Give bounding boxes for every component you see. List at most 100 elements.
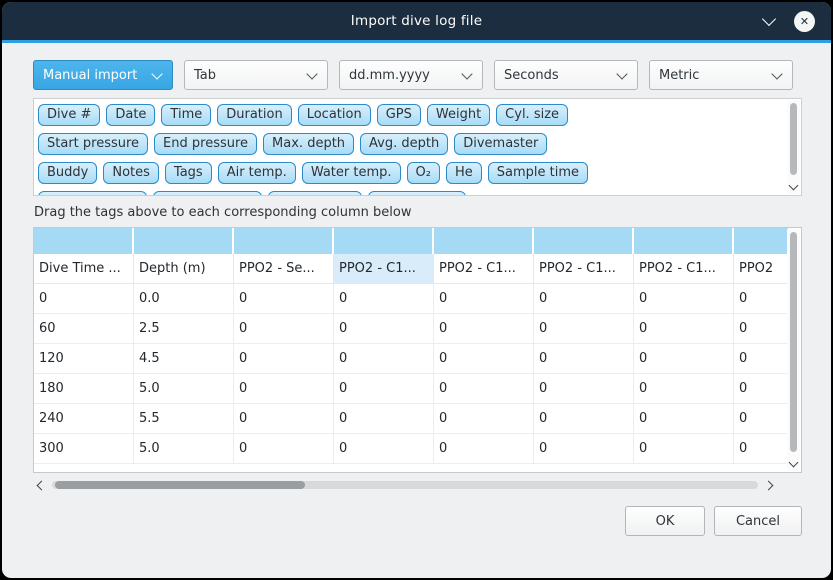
table-cell: 0 (234, 284, 334, 314)
tag-dive[interactable]: Dive # (38, 104, 100, 126)
table-cell: 0 (734, 374, 788, 404)
table-cell: 0 (334, 284, 434, 314)
horizontal-scrollbar-handle[interactable] (55, 481, 305, 489)
column-drop-zone[interactable] (234, 228, 334, 254)
column-drop-zone[interactable] (534, 228, 634, 254)
tags-scrollbar[interactable] (787, 100, 800, 194)
scroll-right-icon[interactable] (764, 480, 774, 490)
field-separator-select[interactable]: Tab (184, 60, 328, 90)
table-cell: 0 (334, 434, 434, 464)
combo-value: Manual import (43, 68, 147, 83)
table-cell: 2.5 (134, 314, 234, 344)
tag-tags[interactable]: Tags (165, 162, 212, 184)
table-cell: 0 (734, 314, 788, 344)
tag-end-pressure[interactable]: End pressure (154, 133, 257, 155)
table-cell: 0 (334, 344, 434, 374)
tag-location[interactable]: Location (298, 104, 371, 126)
column-header[interactable]: PPO2 - C1... (534, 254, 634, 284)
table-cell: 0 (634, 314, 734, 344)
tag-weight[interactable]: Weight (427, 104, 490, 126)
dialog-content: Manual importTabdd.mm.yyyySecondsMetric … (2, 43, 831, 536)
import-preview-table: Dive Time ...Depth (m)PPO2 - Se...PPO2 -… (33, 227, 802, 473)
tag-avg-depth[interactable]: Avg. depth (360, 133, 448, 155)
table-cell: 0.0 (134, 284, 234, 314)
table-cell: 0 (434, 284, 534, 314)
column-drop-zone[interactable] (34, 228, 134, 254)
table-row: 00.0000000 (34, 284, 788, 314)
import-dialog-window: Import dive log file ✕ Manual import Tabd… (2, 2, 831, 578)
table-area: Dive Time ...Depth (m)PPO2 - Se...PPO2 -… (34, 228, 788, 472)
tag-air-temp[interactable]: Air temp. (218, 162, 296, 184)
table-cell: 0 (34, 284, 134, 314)
table-cell: 0 (634, 374, 734, 404)
table-row: 3005.0000000 (34, 434, 788, 464)
ok-button[interactable]: OK (625, 506, 705, 536)
tag-sample-depth[interactable]: Sample depth (38, 191, 147, 196)
tag-he[interactable]: He (446, 162, 482, 184)
tag-cyl-size[interactable]: Cyl. size (496, 104, 568, 126)
table-cell: 0 (234, 344, 334, 374)
tag-water-temp[interactable]: Water temp. (302, 162, 401, 184)
tag-buddy[interactable]: Buddy (38, 162, 97, 184)
tag-time[interactable]: Time (161, 104, 211, 126)
table-header-row: Dive Time ...Depth (m)PPO2 - Se...PPO2 -… (34, 254, 788, 284)
table-cell: 0 (534, 374, 634, 404)
tag-duration[interactable]: Duration (217, 104, 291, 126)
table-scrollbar[interactable] (787, 229, 800, 471)
column-header[interactable]: Dive Time ... (34, 254, 134, 284)
tag-sample-cns[interactable]: Sample CNS (368, 191, 466, 196)
table-cell: 0 (534, 314, 634, 344)
table-cell: 0 (634, 434, 734, 464)
column-header[interactable]: PPO2 - C1... (634, 254, 734, 284)
table-cell: 0 (234, 314, 334, 344)
table-cell: 0 (734, 344, 788, 374)
table-cell: 0 (734, 434, 788, 464)
titlebar-buttons: ✕ (764, 2, 815, 40)
tag-start-pressure[interactable]: Start pressure (38, 133, 148, 155)
tag-sample-time[interactable]: Sample time (488, 162, 588, 184)
tag-row: Buddy Notes Tags Air temp. Water temp. O₂ He Sa… (38, 162, 781, 184)
date-format-select[interactable]: dd.mm.yyyy (339, 60, 483, 90)
table-scroll-down-icon[interactable] (789, 458, 799, 468)
table-row: 1204.5000000 (34, 344, 788, 374)
table-cell: 0 (534, 344, 634, 374)
horizontal-scrollbar[interactable] (33, 477, 774, 493)
tag-date[interactable]: Date (106, 104, 155, 126)
units-select[interactable]: Metric (649, 60, 793, 90)
tags-scroll-down-icon[interactable] (789, 181, 799, 191)
table-row: 1805.0000000 (34, 374, 788, 404)
tag-sample-temp[interactable]: Sample temp. (153, 191, 262, 196)
horizontal-scrollbar-track[interactable] (52, 481, 758, 489)
window-close-button[interactable]: ✕ (794, 11, 815, 32)
table-scrollbar-handle[interactable] (790, 232, 797, 452)
tag-o[interactable]: O₂ (407, 162, 440, 184)
tag-divemaster[interactable]: Divemaster (454, 133, 547, 155)
tag-sample-po[interactable]: Sample pO₂ (268, 191, 363, 196)
tag-notes[interactable]: Notes (103, 162, 159, 184)
table-cell: 0 (234, 404, 334, 434)
column-drop-zone[interactable] (734, 228, 788, 254)
column-drop-zone[interactable] (634, 228, 734, 254)
column-drop-zone[interactable] (134, 228, 234, 254)
tags-scrollbar-handle[interactable] (790, 103, 797, 175)
import-type-select[interactable]: Manual import (33, 60, 173, 90)
combo-value: Metric (659, 68, 767, 83)
close-icon: ✕ (800, 16, 809, 27)
column-drop-zone[interactable] (434, 228, 534, 254)
column-header[interactable]: Depth (m) (134, 254, 234, 284)
column-header[interactable]: PPO2 (734, 254, 788, 284)
tag-gps[interactable]: GPS (377, 104, 421, 126)
cancel-button[interactable]: Cancel (714, 506, 802, 536)
column-header[interactable]: PPO2 - Se... (234, 254, 334, 284)
column-header[interactable]: PPO2 - C1... (334, 254, 434, 284)
chevron-down-icon (461, 68, 472, 79)
column-drop-zone[interactable] (334, 228, 434, 254)
column-header[interactable]: PPO2 - C1... (434, 254, 534, 284)
tag-max-depth[interactable]: Max. depth (263, 133, 354, 155)
window-shade-chevron-down-icon[interactable] (762, 11, 776, 25)
scroll-left-icon[interactable] (37, 480, 47, 490)
duration-format-select[interactable]: Seconds (494, 60, 638, 90)
dialog-footer: OK Cancel (33, 506, 802, 536)
table-cell: 0 (234, 434, 334, 464)
titlebar[interactable]: Import dive log file ✕ (2, 2, 831, 40)
